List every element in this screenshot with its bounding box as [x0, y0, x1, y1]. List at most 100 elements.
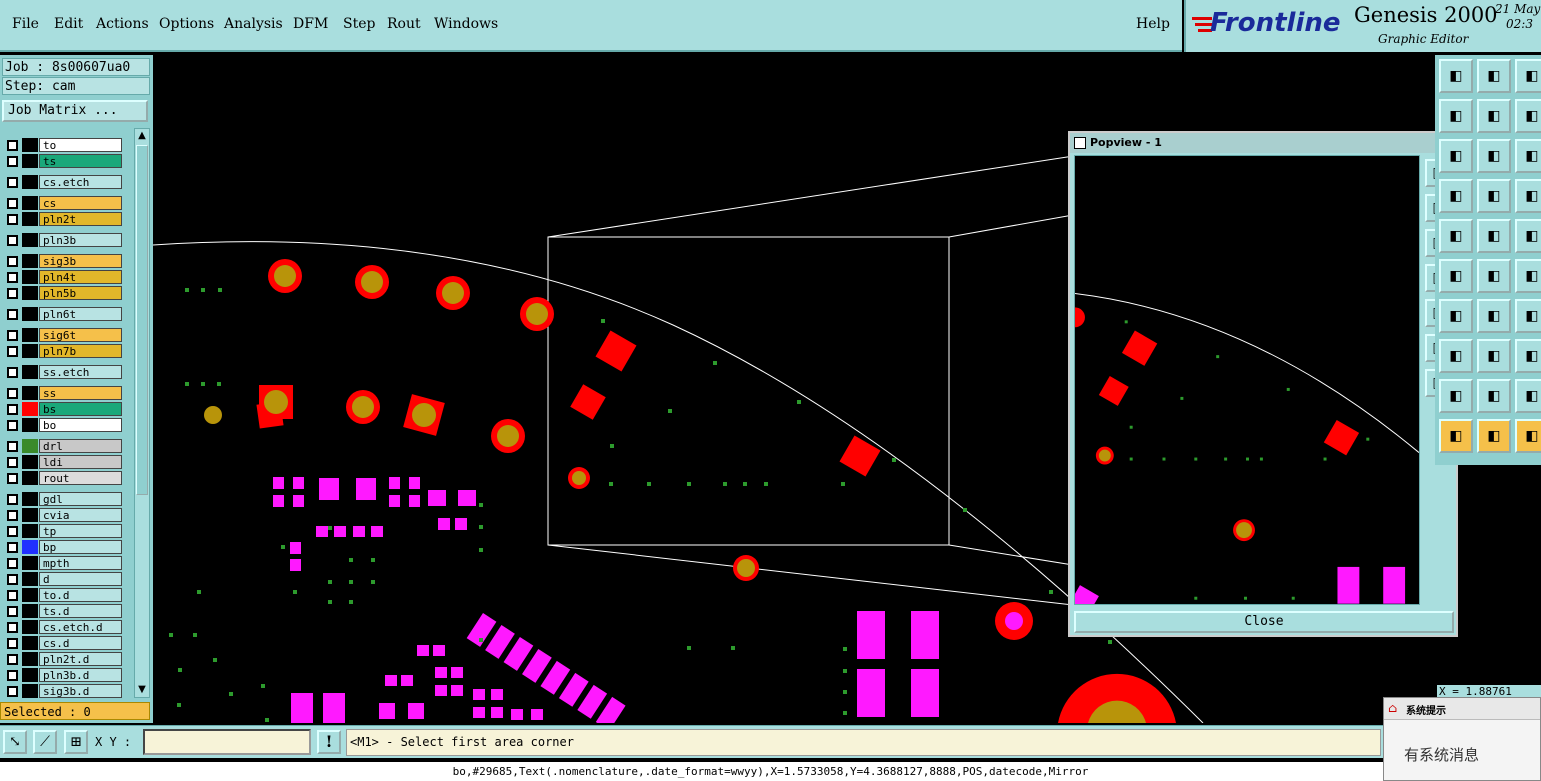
layer-checkbox[interactable] — [7, 526, 18, 537]
layer-color-swatch[interactable] — [22, 233, 38, 247]
layer-row-cs-etch[interactable]: cs.etch — [4, 175, 122, 189]
layer-name[interactable]: pln3b — [39, 233, 122, 247]
layer-checkbox[interactable] — [7, 494, 18, 505]
layer-row-sig6t[interactable]: sig6t — [4, 328, 122, 342]
layer-checkbox[interactable] — [7, 330, 18, 341]
menu-dfm[interactable]: DFM — [293, 16, 328, 32]
layer-checkbox[interactable] — [7, 441, 18, 452]
layer-checkbox[interactable] — [7, 140, 18, 151]
layer-color-swatch[interactable] — [22, 636, 38, 650]
layer-row-mpth[interactable]: mpth — [4, 556, 122, 570]
zoom-icon[interactable]: ◧ — [1439, 139, 1473, 173]
layer-color-swatch[interactable] — [22, 439, 38, 453]
arc-icon[interactable]: ◧ — [1439, 299, 1473, 333]
warning-icon[interactable]: ◧ — [1515, 419, 1541, 453]
layer-checkbox[interactable] — [7, 574, 18, 585]
popview-close-button[interactable]: Close — [1074, 611, 1454, 633]
menu-edit[interactable]: Edit — [54, 16, 83, 32]
layer-row-cvia[interactable]: cvia — [4, 508, 122, 522]
layer-checkbox[interactable] — [7, 510, 18, 521]
layer-color-swatch[interactable] — [22, 556, 38, 570]
menu-analysis[interactable]: Analysis — [224, 16, 283, 32]
layer-color-swatch[interactable] — [22, 572, 38, 586]
layer-checkbox[interactable] — [7, 457, 18, 468]
move-icon[interactable]: ◧ — [1477, 139, 1511, 173]
cursor-icon[interactable]: ◧ — [1477, 419, 1511, 453]
layer-checkbox[interactable] — [7, 558, 18, 569]
system-notice-popup[interactable]: ⌂ 系统提示 有系统消息 — [1383, 697, 1541, 781]
layer-row-pln2t-d[interactable]: pln2t.d — [4, 652, 122, 666]
layer-checkbox[interactable] — [7, 473, 18, 484]
layer-name[interactable]: drl — [39, 439, 122, 453]
layer-name[interactable]: to.d — [39, 588, 122, 602]
layer-color-swatch[interactable] — [22, 418, 38, 432]
layer-checkbox[interactable] — [7, 346, 18, 357]
undo-icon[interactable]: ◧ — [1515, 99, 1541, 133]
layer-checkbox[interactable] — [7, 606, 18, 617]
slot-icon[interactable]: ◧ — [1477, 339, 1511, 373]
layer-row-sig3b-d[interactable]: sig3b.d — [4, 684, 122, 698]
grid-icon[interactable]: ◧ — [1477, 179, 1511, 213]
netlist-icon[interactable]: ◧ — [1515, 179, 1541, 213]
layer-row-gdl[interactable]: gdl — [4, 492, 122, 506]
layer-name[interactable]: cs.etch — [39, 175, 122, 189]
layer-checkbox[interactable] — [7, 542, 18, 553]
triangle-icon[interactable]: ◧ — [1439, 379, 1473, 413]
edit-icon[interactable]: ◧ — [1439, 219, 1473, 253]
layer-row-bo[interactable]: bo — [4, 418, 122, 432]
layer-color-swatch[interactable] — [22, 492, 38, 506]
next-icon[interactable]: ◧ — [1477, 99, 1511, 133]
layer-checkbox[interactable] — [7, 214, 18, 225]
upload-icon[interactable]: ◧ — [1439, 59, 1473, 93]
layer-checkbox[interactable] — [7, 256, 18, 267]
layer-color-swatch[interactable] — [22, 402, 38, 416]
layer-name[interactable]: cs — [39, 196, 122, 210]
scroll-down-icon[interactable]: ▼ — [135, 683, 149, 697]
pad-icon[interactable]: ◧ — [1439, 339, 1473, 373]
layer-color-swatch[interactable] — [22, 455, 38, 469]
layer-color-swatch[interactable] — [22, 307, 38, 321]
rotate-icon[interactable]: ◧ — [1515, 299, 1541, 333]
layer-color-swatch[interactable] — [22, 652, 38, 666]
layer-color-swatch[interactable] — [22, 196, 38, 210]
popview-canvas[interactable] — [1074, 155, 1420, 605]
layer-row-cs-d[interactable]: cs.d — [4, 636, 122, 650]
layer-checkbox[interactable] — [7, 638, 18, 649]
layer-color-swatch[interactable] — [22, 344, 38, 358]
layer-checkbox[interactable] — [7, 686, 18, 697]
select-icon[interactable]: ◧ — [1439, 179, 1473, 213]
layer-checkbox[interactable] — [7, 177, 18, 188]
polygon-icon[interactable]: ◧ — [1477, 219, 1511, 253]
layer-row-pln4t[interactable]: pln4t — [4, 270, 122, 284]
download-icon[interactable]: ◧ — [1477, 59, 1511, 93]
menu-help[interactable]: Help — [1136, 16, 1170, 32]
layer-checkbox[interactable] — [7, 156, 18, 167]
layer-checkbox[interactable] — [7, 622, 18, 633]
layer-row-pln6t[interactable]: pln6t — [4, 307, 122, 321]
layer-color-swatch[interactable] — [22, 471, 38, 485]
layer-row-ldi[interactable]: ldi — [4, 455, 122, 469]
layer-name[interactable]: bp — [39, 540, 122, 554]
layer-name[interactable]: sig6t — [39, 328, 122, 342]
layer-name[interactable]: mpth — [39, 556, 122, 570]
layer-name[interactable]: ts — [39, 154, 122, 168]
layer-name[interactable]: d — [39, 572, 122, 586]
layer-name[interactable]: pln2t — [39, 212, 122, 226]
layer-color-swatch[interactable] — [22, 254, 38, 268]
layer-row-ss[interactable]: ss — [4, 386, 122, 400]
layer-color-swatch[interactable] — [22, 138, 38, 152]
layer-row-pln5b[interactable]: pln5b — [4, 286, 122, 300]
arrow-icon[interactable]: ◧ — [1477, 379, 1511, 413]
layer-checkbox[interactable] — [7, 654, 18, 665]
menu-options[interactable]: Options — [159, 16, 214, 32]
layer-scrollbar[interactable]: ▲ ▼ — [134, 128, 150, 698]
layer-name[interactable]: bo — [39, 418, 122, 432]
layer-row-d[interactable]: d — [4, 572, 122, 586]
layer-row-ts[interactable]: ts — [4, 154, 122, 168]
pointer-icon[interactable]: ◧ — [1439, 419, 1473, 453]
layer-checkbox[interactable] — [7, 288, 18, 299]
menu-actions[interactable]: Actions — [96, 16, 149, 32]
layer-name[interactable]: pln2t.d — [39, 652, 122, 666]
layer-name[interactable]: ldi — [39, 455, 122, 469]
layer-name[interactable]: ts.d — [39, 604, 122, 618]
